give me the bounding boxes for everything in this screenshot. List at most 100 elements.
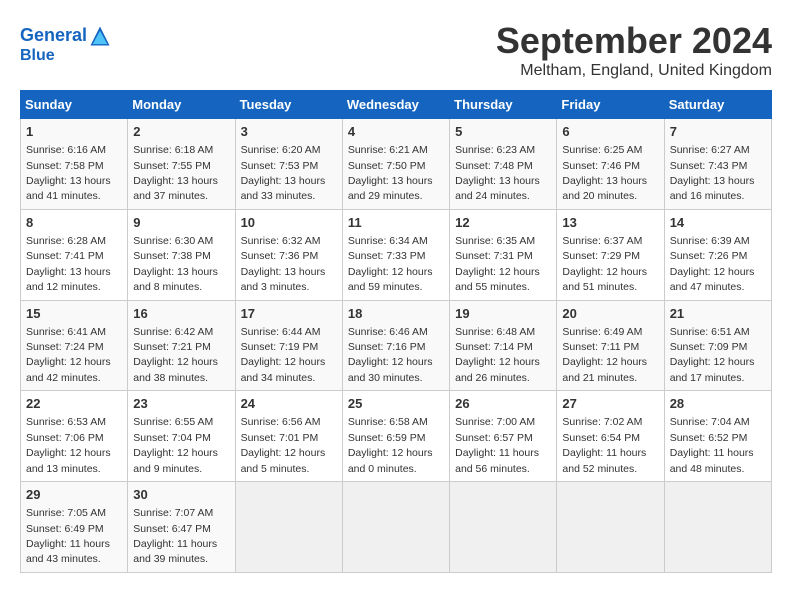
- day-number: 23: [133, 395, 229, 413]
- logo-text: General: [20, 25, 111, 47]
- sunset-info: Sunset: 7:29 PM: [562, 250, 640, 262]
- calendar-cell: 14Sunrise: 6:39 AMSunset: 7:26 PMDayligh…: [664, 209, 771, 300]
- calendar-cell: 20Sunrise: 6:49 AMSunset: 7:11 PMDayligh…: [557, 300, 664, 391]
- sunrise-info: Sunrise: 6:23 AM: [455, 144, 535, 156]
- calendar-row: 8 Sunrise: 6:28 AM Sunset: 7:41 PM Daylight…: [21, 209, 772, 300]
- daylight-label: Daylight: 12 hours and 30 minutes.: [348, 356, 433, 383]
- day-number: 11: [348, 214, 444, 232]
- day-number: 10: [241, 214, 337, 232]
- day-number: 26: [455, 395, 551, 413]
- sunset-info: Sunset: 7:21 PM: [133, 341, 211, 353]
- sunrise-info: Sunrise: 7:05 AM: [26, 507, 106, 519]
- calendar-cell: 7Sunrise: 6:27 AMSunset: 7:43 PMDaylight…: [664, 119, 771, 210]
- calendar-cell: 18 Sunrise: 6:46 AM Sunset: 7:16 PM Dayligh…: [342, 300, 449, 391]
- calendar-cell: 21Sunrise: 6:51 AMSunset: 7:09 PMDayligh…: [664, 300, 771, 391]
- calendar-cell: 28 Sunrise: 7:04 AM Sunset: 6:52 PM Dayligh…: [664, 391, 771, 482]
- daylight-label: Daylight: 12 hours and 55 minutes.: [455, 266, 540, 293]
- day-number: 1: [26, 123, 122, 141]
- sunset-info: Sunset: 7:11 PM: [562, 341, 639, 353]
- sunset-info: Sunset: 7:41 PM: [26, 250, 104, 262]
- day-number: 24: [241, 395, 337, 413]
- daylight-label: Daylight: 13 hours and 3 minutes.: [241, 266, 326, 293]
- sunset-info: Sunset: 7:43 PM: [670, 160, 748, 172]
- daylight-label: Daylight: 11 hours and 43 minutes.: [26, 538, 110, 565]
- calendar-row: 29Sunrise: 7:05 AMSunset: 6:49 PMDayligh…: [21, 482, 772, 573]
- sunset-info: Sunset: 7:53 PM: [241, 160, 319, 172]
- calendar-cell: 17Sunrise: 6:44 AMSunset: 7:19 PMDayligh…: [235, 300, 342, 391]
- day-number: 21: [670, 305, 766, 323]
- sunrise-info: Sunrise: 7:04 AM: [670, 416, 750, 428]
- sunset-info: Sunset: 7:09 PM: [670, 341, 748, 353]
- header-friday: Friday: [557, 91, 664, 119]
- calendar-cell: 15 Sunrise: 6:41 AM Sunset: 7:24 PM Dayligh…: [21, 300, 128, 391]
- sunset-info: Sunset: 7:26 PM: [670, 250, 748, 262]
- sunrise-info: Sunrise: 6:37 AM: [562, 235, 642, 247]
- header-monday: Monday: [128, 91, 235, 119]
- calendar-table: Sunday Monday Tuesday Wednesday Thursday…: [20, 90, 772, 573]
- sunrise-info: Sunrise: 6:58 AM: [348, 416, 428, 428]
- header-saturday: Saturday: [664, 91, 771, 119]
- sunset-info: Sunset: 7:33 PM: [348, 250, 426, 262]
- sunset-info: Sunset: 6:52 PM: [670, 432, 748, 444]
- calendar-cell: 13Sunrise: 6:37 AMSunset: 7:29 PMDayligh…: [557, 209, 664, 300]
- sunset-info: Sunset: 7:04 PM: [133, 432, 211, 444]
- header-wednesday: Wednesday: [342, 91, 449, 119]
- sunset-info: Sunset: 6:47 PM: [133, 523, 211, 535]
- sunrise-info: Sunrise: 6:41 AM: [26, 326, 106, 338]
- day-number: 4: [348, 123, 444, 141]
- daylight-label: Daylight: 11 hours and 56 minutes.: [455, 447, 539, 474]
- day-number: 27: [562, 395, 658, 413]
- calendar-cell: 2Sunrise: 6:18 AMSunset: 7:55 PMDaylight…: [128, 119, 235, 210]
- day-number: 25: [348, 395, 444, 413]
- daylight-label: Daylight: 11 hours and 48 minutes.: [670, 447, 754, 474]
- calendar-cell: 6Sunrise: 6:25 AMSunset: 7:46 PMDaylight…: [557, 119, 664, 210]
- sunrise-info: Sunrise: 7:02 AM: [562, 416, 642, 428]
- sunset-info: Sunset: 6:54 PM: [562, 432, 640, 444]
- sunset-info: Sunset: 7:55 PM: [133, 160, 211, 172]
- calendar-row: 15 Sunrise: 6:41 AM Sunset: 7:24 PM Dayligh…: [21, 300, 772, 391]
- sunset-info: Sunset: 7:14 PM: [455, 341, 533, 353]
- sunrise-info: Sunrise: 6:44 AM: [241, 326, 321, 338]
- sunset-info: Sunset: 7:50 PM: [348, 160, 426, 172]
- calendar-cell: 19Sunrise: 6:48 AMSunset: 7:14 PMDayligh…: [450, 300, 557, 391]
- sunset-info: Sunset: 7:19 PM: [241, 341, 319, 353]
- sunset-info: Sunset: 7:36 PM: [241, 250, 319, 262]
- day-number: 16: [133, 305, 229, 323]
- sunrise-info: Sunrise: 6:46 AM: [348, 326, 428, 338]
- sunrise-info: Sunrise: 6:49 AM: [562, 326, 642, 338]
- sunset-info: Sunset: 7:48 PM: [455, 160, 533, 172]
- calendar-row: 22Sunrise: 6:53 AMSunset: 7:06 PMDayligh…: [21, 391, 772, 482]
- day-number: 30: [133, 486, 229, 504]
- sunrise-info: Sunrise: 6:48 AM: [455, 326, 535, 338]
- sunset-info: Sunset: 7:31 PM: [455, 250, 533, 262]
- day-number: 8: [26, 214, 122, 232]
- calendar-cell: 1Sunrise: 6:16 AMSunset: 7:58 PMDaylight…: [21, 119, 128, 210]
- daylight-label: Daylight: 11 hours and 39 minutes.: [133, 538, 217, 565]
- daylight-label: Daylight: 12 hours and 9 minutes.: [133, 447, 218, 474]
- calendar-cell: 24Sunrise: 6:56 AMSunset: 7:01 PMDayligh…: [235, 391, 342, 482]
- header-tuesday: Tuesday: [235, 91, 342, 119]
- location-title: Meltham, England, United Kingdom: [496, 62, 772, 80]
- daylight-label: Daylight: 12 hours and 0 minutes.: [348, 447, 433, 474]
- sunrise-info: Sunrise: 6:27 AM: [670, 144, 750, 156]
- sunrise-info: Sunrise: 6:53 AM: [26, 416, 106, 428]
- sunset-info: Sunset: 7:16 PM: [348, 341, 426, 353]
- calendar-cell: [664, 482, 771, 573]
- sunset-info: Sunset: 6:57 PM: [455, 432, 533, 444]
- day-number: 18: [348, 305, 444, 323]
- calendar-cell: 30Sunrise: 7:07 AMSunset: 6:47 PMDayligh…: [128, 482, 235, 573]
- day-number: 15: [26, 305, 122, 323]
- daylight-label: Daylight: 12 hours and 34 minutes.: [241, 356, 326, 383]
- daylight-label: Daylight: 13 hours and 24 minutes.: [455, 175, 540, 202]
- logo: General Blue: [20, 25, 111, 65]
- sunrise-info: Sunrise: 6:56 AM: [241, 416, 321, 428]
- daylight-label: Daylight: 12 hours and 5 minutes.: [241, 447, 326, 474]
- sunset-info: Sunset: 7:24 PM: [26, 341, 104, 353]
- sunrise-info: Sunrise: 6:28 AM: [26, 235, 106, 247]
- daylight-label: Daylight: 12 hours and 42 minutes.: [26, 356, 111, 383]
- sunset-info: Sunset: 7:38 PM: [133, 250, 211, 262]
- day-number: 28: [670, 395, 766, 413]
- sunrise-info: Sunrise: 6:30 AM: [133, 235, 213, 247]
- header-thursday: Thursday: [450, 91, 557, 119]
- day-number: 22: [26, 395, 122, 413]
